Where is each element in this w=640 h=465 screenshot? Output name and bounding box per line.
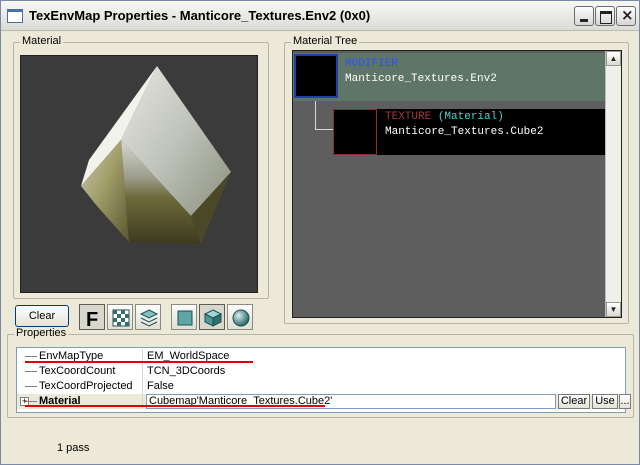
material-browse-button[interactable]: ... bbox=[619, 394, 631, 409]
font-button[interactable]: F bbox=[79, 304, 105, 330]
modifier-type-label: MODIFIER bbox=[345, 58, 398, 70]
scroll-up-arrow-icon[interactable]: ▲ bbox=[606, 51, 621, 66]
plane-shape-button[interactable] bbox=[171, 304, 197, 330]
close-button[interactable]: × bbox=[616, 6, 636, 26]
close-icon: × bbox=[621, 6, 634, 24]
properties-window: TexEnvMap Properties - Manticore_Texture… bbox=[0, 0, 640, 465]
material-tree-label: Material Tree bbox=[291, 35, 360, 47]
minimize-button[interactable] bbox=[574, 6, 594, 26]
tree-connector bbox=[315, 129, 333, 130]
layers-button[interactable] bbox=[135, 304, 161, 330]
red-annotation-line bbox=[25, 405, 325, 407]
material-clear-button[interactable]: Clear bbox=[558, 394, 590, 409]
cube-shape-icon bbox=[203, 309, 223, 327]
svg-text:F: F bbox=[86, 309, 98, 328]
tree-connector bbox=[315, 101, 316, 129]
modifier-thumbnail bbox=[294, 54, 338, 98]
properties-group: Properties EnvMapType EM_WorldSpace TexC… bbox=[7, 327, 634, 418]
properties-grid: EnvMapType EM_WorldSpace TexCoordCount T… bbox=[16, 347, 631, 413]
maximize-button[interactable] bbox=[595, 6, 615, 26]
tree-node-texture[interactable]: TEXTURE (Material) Manticore_Textures.Cu… bbox=[333, 109, 605, 155]
scroll-down-arrow-icon[interactable]: ▼ bbox=[606, 302, 621, 317]
property-row[interactable]: TexCoordCount TCN_3DCoords bbox=[17, 364, 625, 379]
texture-thumbnail bbox=[333, 109, 377, 155]
modifier-name: Manticore_Textures.Env2 bbox=[345, 73, 497, 85]
checker-icon bbox=[112, 309, 130, 327]
property-value[interactable]: TCN_3DCoords bbox=[147, 364, 225, 379]
title-bar[interactable]: TexEnvMap Properties - Manticore_Texture… bbox=[1, 1, 639, 31]
property-name: TexCoordCount bbox=[17, 364, 143, 379]
window-icon bbox=[7, 9, 23, 23]
tree-node-modifier[interactable]: MODIFIER Manticore_Textures.Env2 bbox=[293, 53, 605, 101]
property-row[interactable]: TexCoordProjected False bbox=[17, 379, 625, 394]
texture-name: Manticore_Textures.Cube2 bbox=[385, 126, 544, 138]
material-group: Material bbox=[13, 35, 269, 299]
material-tree-group: Material Tree MODIFIER Manticore_Texture… bbox=[284, 35, 629, 324]
material-group-label: Material bbox=[20, 35, 64, 47]
layers-icon bbox=[139, 309, 159, 327]
preview-cube-image bbox=[81, 66, 231, 244]
material-preview[interactable] bbox=[20, 55, 258, 293]
cube-shape-button[interactable] bbox=[199, 304, 225, 330]
material-use-button[interactable]: Use bbox=[592, 394, 618, 409]
texture-type-suffix: (Material) bbox=[437, 111, 504, 123]
plane-shape-icon bbox=[177, 310, 193, 326]
sphere-shape-button[interactable] bbox=[227, 304, 253, 330]
checker-button[interactable] bbox=[107, 304, 133, 330]
property-name: TexCoordProjected bbox=[17, 379, 143, 394]
material-tree-view[interactable]: MODIFIER Manticore_Textures.Env2 TEXTURE… bbox=[292, 50, 622, 318]
properties-label: Properties bbox=[14, 327, 69, 339]
status-text: 1 pass bbox=[57, 442, 90, 454]
sphere-shape-icon bbox=[232, 309, 250, 327]
preview-clear-button[interactable]: Clear bbox=[15, 305, 69, 327]
property-value[interactable]: False bbox=[147, 379, 174, 394]
red-annotation-line bbox=[25, 361, 253, 363]
tree-scrollbar[interactable]: ▲ ▼ bbox=[605, 51, 621, 317]
font-icon: F bbox=[86, 309, 98, 328]
window-title: TexEnvMap Properties - Manticore_Texture… bbox=[29, 8, 371, 23]
texture-type-label: TEXTURE (Material) bbox=[385, 111, 504, 123]
